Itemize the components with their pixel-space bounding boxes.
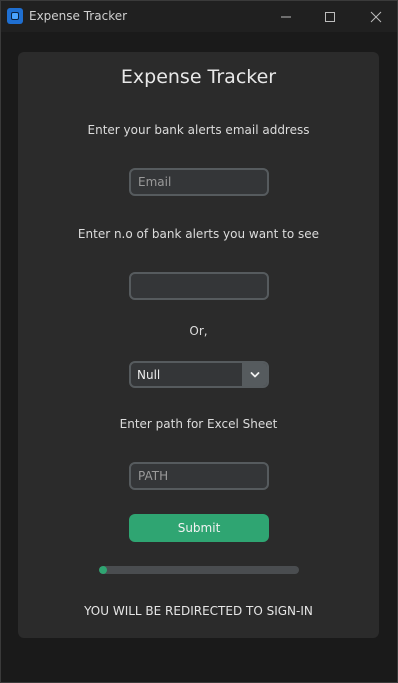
form-panel: Expense Tracker Enter your bank alerts e… bbox=[18, 52, 379, 638]
alert-count-dropdown[interactable]: Null bbox=[129, 361, 269, 388]
progress-bar bbox=[99, 566, 299, 574]
page-title: Expense Tracker bbox=[120, 66, 277, 88]
or-label: Or, bbox=[189, 324, 208, 338]
maximize-button[interactable] bbox=[307, 1, 353, 32]
title-bar[interactable]: Expense Tracker bbox=[1, 1, 397, 32]
progress-bar-fill bbox=[99, 566, 107, 574]
submit-button[interactable]: Submit bbox=[129, 514, 269, 542]
dropdown-selected-value: Null bbox=[137, 368, 161, 382]
app-icon bbox=[7, 8, 23, 24]
app-window: Expense Tracker Expense Tracker Enter yo… bbox=[0, 0, 398, 683]
excel-path-field[interactable] bbox=[129, 462, 269, 490]
alert-count-field[interactable] bbox=[129, 272, 269, 300]
close-icon bbox=[370, 11, 382, 22]
minimize-button[interactable] bbox=[263, 1, 309, 32]
close-button[interactable] bbox=[353, 1, 398, 32]
redirect-message: YOU WILL BE REDIRECTED TO SIGN-IN bbox=[84, 604, 313, 618]
minimize-icon bbox=[281, 16, 291, 17]
excel-path-label: Enter path for Excel Sheet bbox=[119, 417, 278, 431]
dropdown-button[interactable] bbox=[242, 363, 267, 386]
chevron-down-icon bbox=[250, 371, 259, 377]
alert-count-label: Enter n.o of bank alerts you want to see bbox=[77, 227, 320, 241]
window-title: Expense Tracker bbox=[29, 9, 128, 23]
email-field[interactable] bbox=[129, 168, 269, 196]
maximize-icon bbox=[325, 11, 335, 22]
email-label: Enter your bank alerts email address bbox=[87, 123, 310, 137]
